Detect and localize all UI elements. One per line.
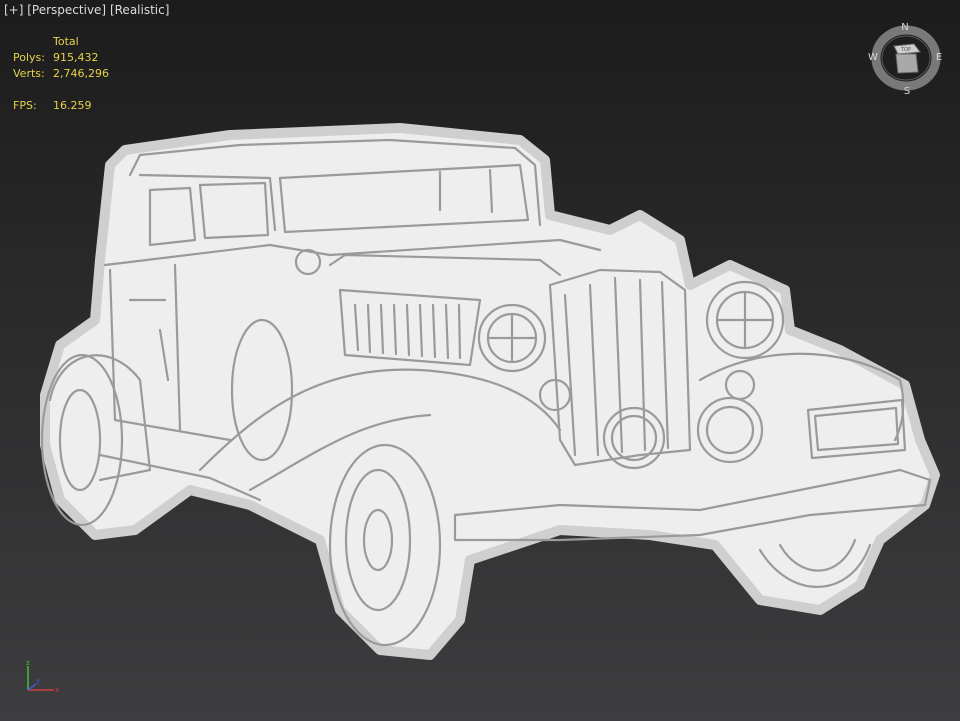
viewport-shading-button[interactable]: [Realistic]	[110, 3, 169, 17]
viewcube-cube-side[interactable]	[895, 53, 919, 74]
stats-polys-row: Polys: 915,432	[13, 50, 109, 66]
stats-gap	[13, 82, 109, 98]
y-axis-label: y	[36, 677, 40, 685]
stats-total-header: Total	[53, 35, 79, 48]
z-axis-label: z	[26, 659, 30, 667]
viewcube-north-label[interactable]: N	[901, 22, 908, 33]
axis-tripod-icon: z x y	[26, 659, 59, 694]
stats-verts-label: Verts:	[13, 67, 45, 80]
stats-verts-value: 2,746,296	[53, 67, 109, 80]
stats-fps-row: FPS: 16.259	[13, 98, 109, 114]
viewport-menu-button[interactable]: [+]	[4, 3, 23, 17]
viewcube-south-label[interactable]: S	[904, 86, 910, 96]
viewcube-face-label[interactable]: TOP	[900, 47, 911, 53]
x-axis-label: x	[55, 686, 59, 694]
stats-fps-label: FPS:	[13, 99, 37, 112]
stats-polys-value: 915,432	[53, 51, 99, 64]
viewcube[interactable]: TOP N S E W	[866, 18, 950, 96]
stats-fps-value: 16.259	[53, 99, 92, 112]
y-axis-line	[27, 683, 37, 691]
viewport-label: [+] [Perspective] [Realistic]	[4, 3, 169, 18]
viewcube-west-label[interactable]: W	[868, 52, 878, 63]
viewcube-east-label[interactable]: E	[936, 52, 942, 63]
viewport-view-button[interactable]: [Perspective]	[27, 3, 106, 17]
car-relief-model[interactable]	[0, 0, 960, 721]
statistics-overlay: Total Polys: 915,432 Verts: 2,746,296 FP…	[13, 34, 109, 114]
stats-verts-row: Verts: 2,746,296	[13, 66, 109, 82]
stats-polys-label: Polys:	[13, 51, 45, 64]
